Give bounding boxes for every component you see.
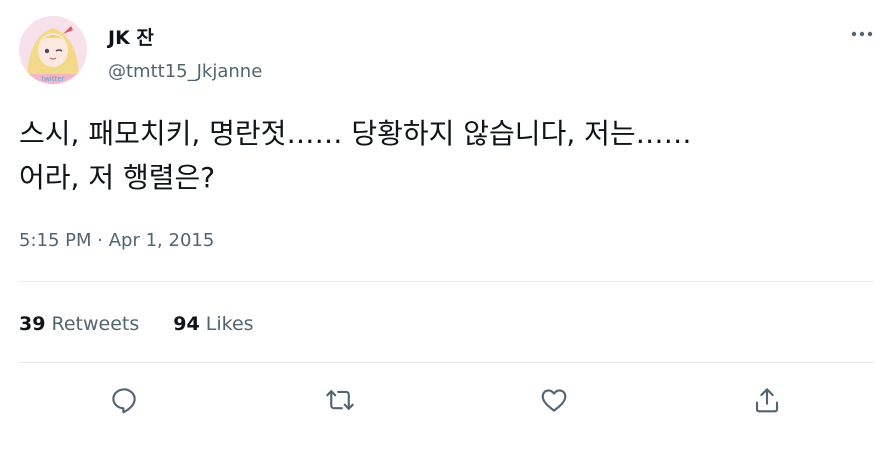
tweet-timestamp: 5:15 PM · Apr 1, 2015 xyxy=(19,229,214,253)
reply-button[interactable] xyxy=(104,380,144,420)
avatar[interactable]: twitter xyxy=(19,16,87,84)
tweet-text-line: 어라, 저 행렬은? xyxy=(19,161,216,194)
heart-icon xyxy=(541,389,567,412)
tweet-text: 스시, 패모치키, 명란젓…… 당황하지 않습니다, 저는…… 어라, 저 행렬… xyxy=(19,112,869,200)
likes-count: 94 xyxy=(173,313,200,335)
more-options-button[interactable] xyxy=(846,24,878,44)
likes-label: Likes xyxy=(205,313,254,335)
retweets-label: Retweets xyxy=(51,313,140,335)
display-name[interactable]: JK 잔 xyxy=(108,26,154,50)
retweet-button[interactable] xyxy=(320,380,360,420)
avatar-image: twitter xyxy=(19,16,87,84)
tweet-stats: 39 Retweets 94 Likes xyxy=(19,311,288,337)
share-icon xyxy=(755,388,779,413)
tweet-date[interactable]: Apr 1, 2015 xyxy=(109,230,215,251)
retweet-icon xyxy=(326,390,354,410)
tweet-text-line: 스시, 패모치키, 명란젓…… 당황하지 않습니다, 저는…… xyxy=(19,117,692,150)
like-button[interactable] xyxy=(534,380,574,420)
action-bar xyxy=(0,380,894,420)
retweets-count: 39 xyxy=(19,313,46,335)
user-handle[interactable]: @tmtt15_Jkjanne xyxy=(108,60,262,84)
share-button[interactable] xyxy=(747,380,787,420)
tweet-card: twitter JK 잔 @tmtt15_Jkjanne 스시, 패모치키, 명… xyxy=(0,0,894,454)
reply-icon xyxy=(112,388,136,414)
more-horizontal-icon xyxy=(851,31,873,37)
likes-stat[interactable]: 94 Likes xyxy=(173,311,253,337)
divider xyxy=(19,362,875,363)
divider xyxy=(19,281,875,282)
retweets-stat[interactable]: 39 Retweets xyxy=(19,311,139,337)
meta-separator: · xyxy=(97,230,103,251)
avatar-logo-text: twitter xyxy=(41,75,64,83)
tweet-time[interactable]: 5:15 PM xyxy=(19,230,92,251)
